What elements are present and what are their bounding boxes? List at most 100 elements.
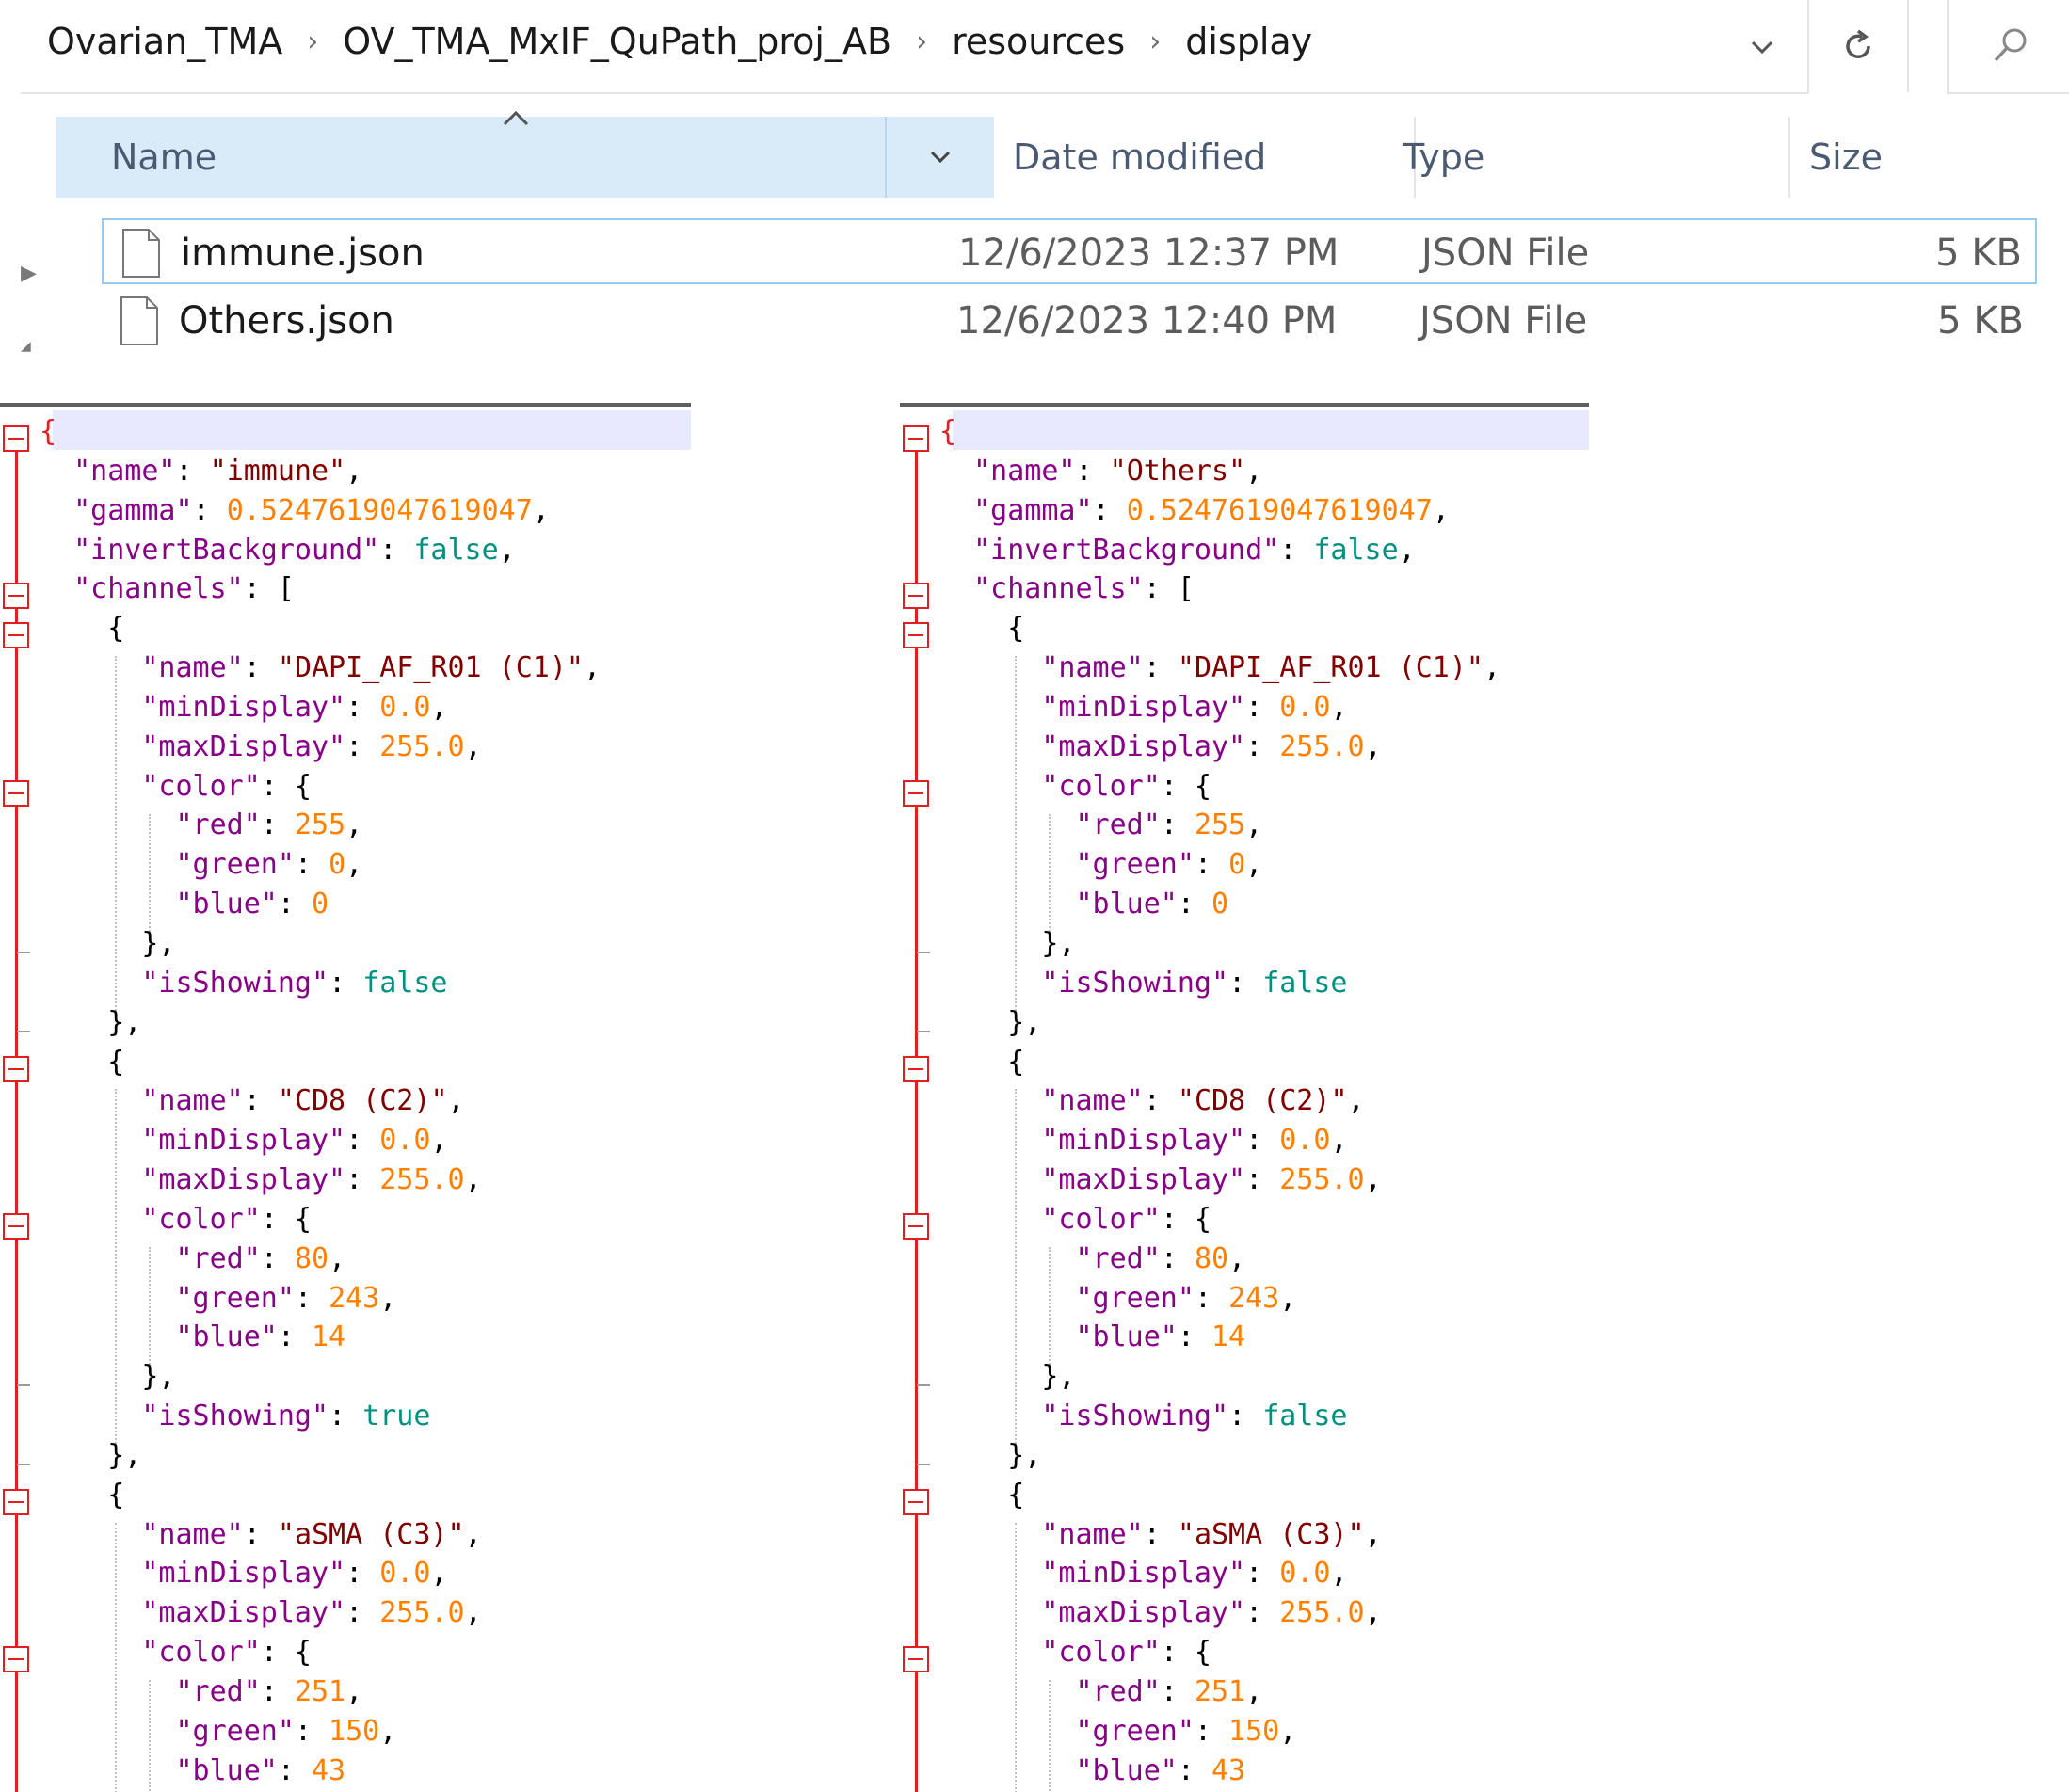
fold-toggle-icon[interactable]	[3, 583, 29, 610]
json-value-maxDisplay: 255.0	[1279, 1163, 1365, 1197]
column-header-name[interactable]: Name	[56, 117, 885, 198]
json-key: "red"	[1075, 808, 1161, 842]
json-key: "blue"	[175, 888, 278, 921]
json-key: "red"	[175, 808, 261, 842]
json-value-red: 80	[1194, 1241, 1229, 1275]
json-code-text[interactable]: { "name": "immune", "gamma": 0.524761904…	[40, 412, 601, 1791]
json-key: "invertBackground"	[973, 533, 1280, 567]
fold-toggle-icon[interactable]	[903, 622, 929, 649]
json-key: "blue"	[175, 1320, 278, 1354]
file-row[interactable]: immune.json 12/6/2023 12:37 PM JSON File…	[102, 218, 2037, 284]
file-name: immune.json	[181, 232, 425, 275]
json-value-blue: 14	[1211, 1320, 1246, 1354]
json-value-name: aSMA (C3)	[294, 1517, 448, 1551]
fold-toggle-icon[interactable]	[903, 583, 929, 610]
column-header-size[interactable]: Size	[1809, 117, 1883, 198]
refresh-button[interactable]	[1807, 0, 1909, 92]
json-value-green: 243	[329, 1281, 380, 1315]
file-size: 5 KB	[1935, 232, 2022, 275]
json-value-gamma: 0.5247619047619047	[1126, 493, 1433, 527]
fold-toggle-icon[interactable]	[903, 425, 929, 452]
fold-toggle-icon[interactable]	[903, 1488, 929, 1515]
json-key: "maxDisplay"	[141, 1596, 346, 1630]
json-value-blue: 43	[1211, 1753, 1246, 1787]
code-editor-others[interactable]: { "name": "Others", "gamma": 0.524761904…	[900, 403, 1589, 1792]
json-value-name: CD8 (C2)	[294, 1084, 431, 1118]
chevron-right-icon: ›	[1149, 24, 1162, 58]
file-row[interactable]: Others.json 12/6/2023 12:40 PM JSON File…	[102, 288, 2037, 354]
json-value-isShowing: false	[1262, 966, 1348, 1000]
json-key: "name"	[973, 454, 1076, 488]
search-icon	[1994, 28, 2027, 62]
column-filter-dropdown[interactable]	[885, 117, 994, 198]
json-key: "minDisplay"	[1041, 690, 1246, 724]
json-key: "minDisplay"	[141, 1557, 346, 1591]
json-code-text[interactable]: { "name": "Others", "gamma": 0.524761904…	[939, 412, 1500, 1791]
json-key: "name"	[1041, 1517, 1144, 1551]
breadcrumb-item-ovarian-tma[interactable]: Ovarian_TMA	[47, 21, 282, 62]
json-value-minDisplay: 0.0	[1279, 1124, 1331, 1158]
column-header-date-modified[interactable]: Date modified	[1013, 117, 1266, 198]
address-bar[interactable]: Ovarian_TMA › OV_TMA_MxIF_QuPath_proj_AB…	[21, 0, 1809, 94]
fold-toggle-icon[interactable]	[3, 622, 29, 649]
json-value-blue: 0	[312, 888, 329, 921]
fold-toggle-icon[interactable]	[3, 1488, 29, 1515]
json-key: "name"	[141, 1084, 244, 1118]
fold-toggle-icon[interactable]	[3, 1646, 29, 1673]
fold-toggle-icon[interactable]	[903, 779, 929, 807]
file-name: Others.json	[179, 299, 394, 343]
fold-toggle-icon[interactable]	[903, 1213, 929, 1240]
json-value-minDisplay: 0.0	[1279, 1557, 1331, 1591]
breadcrumb-item-resources[interactable]: resources	[952, 21, 1125, 62]
navigation-expand-icon[interactable]: ▶	[21, 262, 37, 285]
fold-toggle-icon[interactable]	[903, 1055, 929, 1082]
json-key: "blue"	[1075, 1753, 1178, 1787]
search-box[interactable]	[1947, 0, 2069, 94]
json-value-minDisplay: 0.0	[379, 1124, 431, 1158]
json-value-isShowing: false	[1262, 1400, 1348, 1433]
json-key: "green"	[1075, 1714, 1195, 1748]
json-key: "gamma"	[973, 493, 1093, 527]
json-value-red: 251	[1194, 1675, 1246, 1708]
json-value-name: DAPI_AF_R01 (C1)	[294, 651, 567, 685]
chevron-right-icon: ›	[307, 24, 319, 58]
fold-toggle-icon[interactable]	[3, 1213, 29, 1240]
code-editor-immune[interactable]: { "name": "immune", "gamma": 0.524761904…	[0, 403, 691, 1792]
fold-end-marker	[917, 1464, 930, 1466]
json-value-green: 0	[329, 848, 346, 882]
json-key: "maxDisplay"	[141, 1163, 346, 1197]
column-divider[interactable]	[1788, 117, 1790, 198]
json-key: "red"	[1075, 1675, 1161, 1708]
file-type: JSON File	[1421, 232, 1590, 275]
chevron-down-icon[interactable]	[1743, 28, 1781, 74]
json-key: "isShowing"	[1041, 1400, 1229, 1433]
json-value-name: aSMA (C3)	[1194, 1517, 1348, 1551]
chevron-right-icon: ›	[916, 24, 928, 58]
json-value-blue: 14	[312, 1320, 346, 1354]
document-icon	[119, 288, 160, 354]
column-header-type[interactable]: Type	[1403, 117, 1484, 198]
json-key: "name"	[1041, 651, 1144, 685]
json-key: "blue"	[175, 1753, 278, 1787]
json-key: "name"	[1041, 1084, 1144, 1118]
refresh-icon	[1846, 29, 1870, 58]
fold-toggle-icon[interactable]	[3, 425, 29, 452]
json-value-minDisplay: 0.0	[379, 1557, 431, 1591]
file-type: JSON File	[1419, 299, 1588, 343]
sort-ascending-icon	[499, 107, 533, 136]
json-key: "isShowing"	[1041, 966, 1229, 1000]
fold-toggle-icon[interactable]	[903, 1646, 929, 1673]
json-key: "green"	[1075, 1281, 1195, 1315]
breadcrumb-item-display[interactable]: display	[1185, 21, 1312, 62]
fold-toggle-icon[interactable]	[3, 779, 29, 807]
json-key: "maxDisplay"	[1041, 729, 1246, 763]
json-value-gamma: 0.5247619047619047	[226, 493, 533, 527]
json-value-red: 255	[1194, 808, 1246, 842]
json-value-invertBackground: false	[413, 533, 499, 567]
fold-end-marker	[17, 1384, 30, 1387]
json-key: "maxDisplay"	[1041, 1163, 1246, 1197]
navigation-expand-icon[interactable]: ◢	[21, 339, 31, 354]
breadcrumb-item-project[interactable]: OV_TMA_MxIF_QuPath_proj_AB	[343, 21, 891, 62]
json-value-green: 243	[1228, 1281, 1280, 1315]
fold-toggle-icon[interactable]	[3, 1055, 29, 1082]
